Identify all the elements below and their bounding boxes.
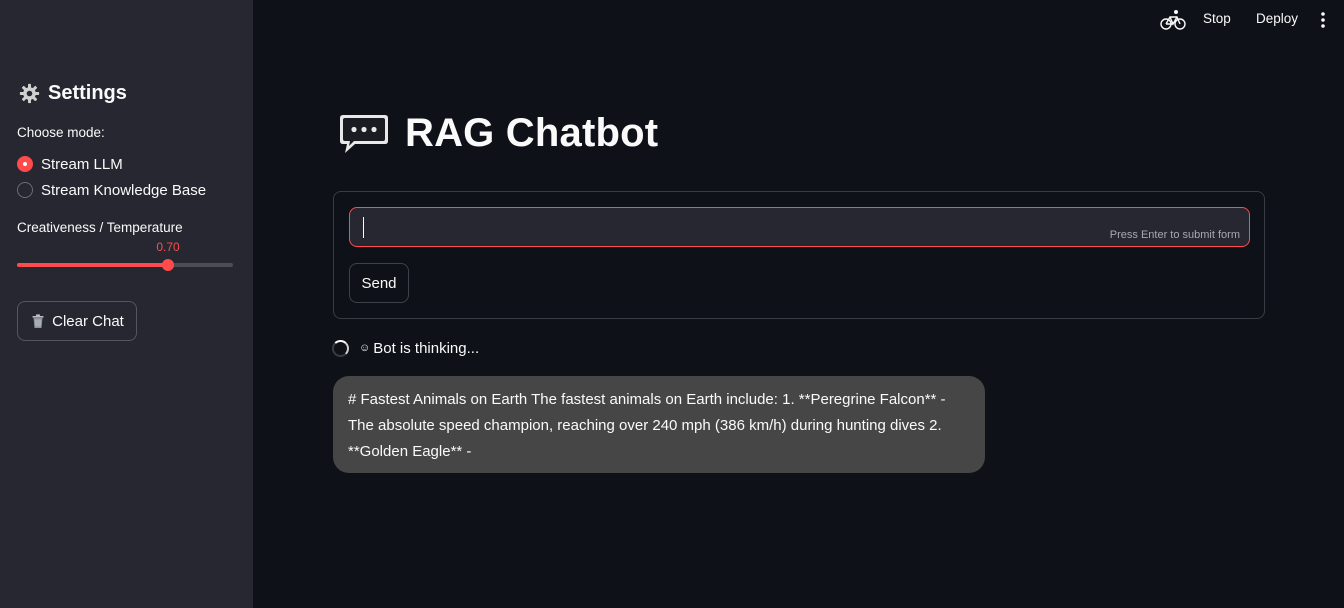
radio-indicator-selected[interactable] (17, 156, 33, 172)
spinner-icon (332, 339, 349, 357)
bicycle-icon (1160, 10, 1186, 30)
stop-button[interactable]: Stop (1203, 11, 1231, 26)
sidebar: Settings Choose mode: Stream LLM Stream … (0, 0, 253, 608)
slider-fill (17, 263, 169, 267)
send-button[interactable]: Send (349, 263, 409, 303)
bot-message: # Fastest Animals on Earth The fastest a… (333, 376, 985, 473)
gear-icon (19, 83, 40, 103)
temperature-label: Creativeness / Temperature (17, 220, 183, 235)
kebab-menu-icon[interactable] (1317, 11, 1329, 29)
radio-stream-knowledge-base[interactable]: Stream Knowledge Base (17, 180, 206, 200)
robot-icon: ☺ (359, 342, 371, 354)
trash-icon (32, 314, 44, 328)
message-input-container[interactable]: Press Enter to submit form (349, 207, 1250, 247)
settings-title-text: Settings (48, 81, 127, 104)
temperature-slider[interactable] (17, 259, 233, 271)
deploy-button[interactable]: Deploy (1256, 11, 1298, 26)
radio-stream-llm[interactable]: Stream LLM (17, 154, 123, 174)
input-hint: Press Enter to submit form (1109, 229, 1240, 241)
slider-thumb[interactable] (162, 259, 175, 271)
temperature-value: 0.70 (156, 240, 180, 254)
thinking-status: ☺ Bot is thinking... (332, 338, 479, 358)
radio-indicator[interactable] (17, 182, 33, 198)
status-text: Bot is thinking... (373, 339, 480, 357)
clear-chat-label: Clear Chat (52, 312, 124, 330)
radio-label: Stream LLM (41, 155, 123, 173)
text-caret (363, 217, 364, 238)
speech-bubble-icon (340, 115, 388, 153)
status-text-wrap: ☺ Bot is thinking... (359, 340, 479, 357)
page-title-text: RAG Chatbot (405, 110, 659, 155)
mode-label: Choose mode: (17, 125, 105, 140)
page-title: RAG Chatbot (339, 108, 658, 158)
settings-heading: Settings (19, 80, 127, 106)
chat-form: Press Enter to submit form Send (333, 191, 1265, 319)
clear-chat-button[interactable]: Clear Chat (17, 301, 137, 341)
radio-label: Stream Knowledge Base (41, 181, 207, 199)
